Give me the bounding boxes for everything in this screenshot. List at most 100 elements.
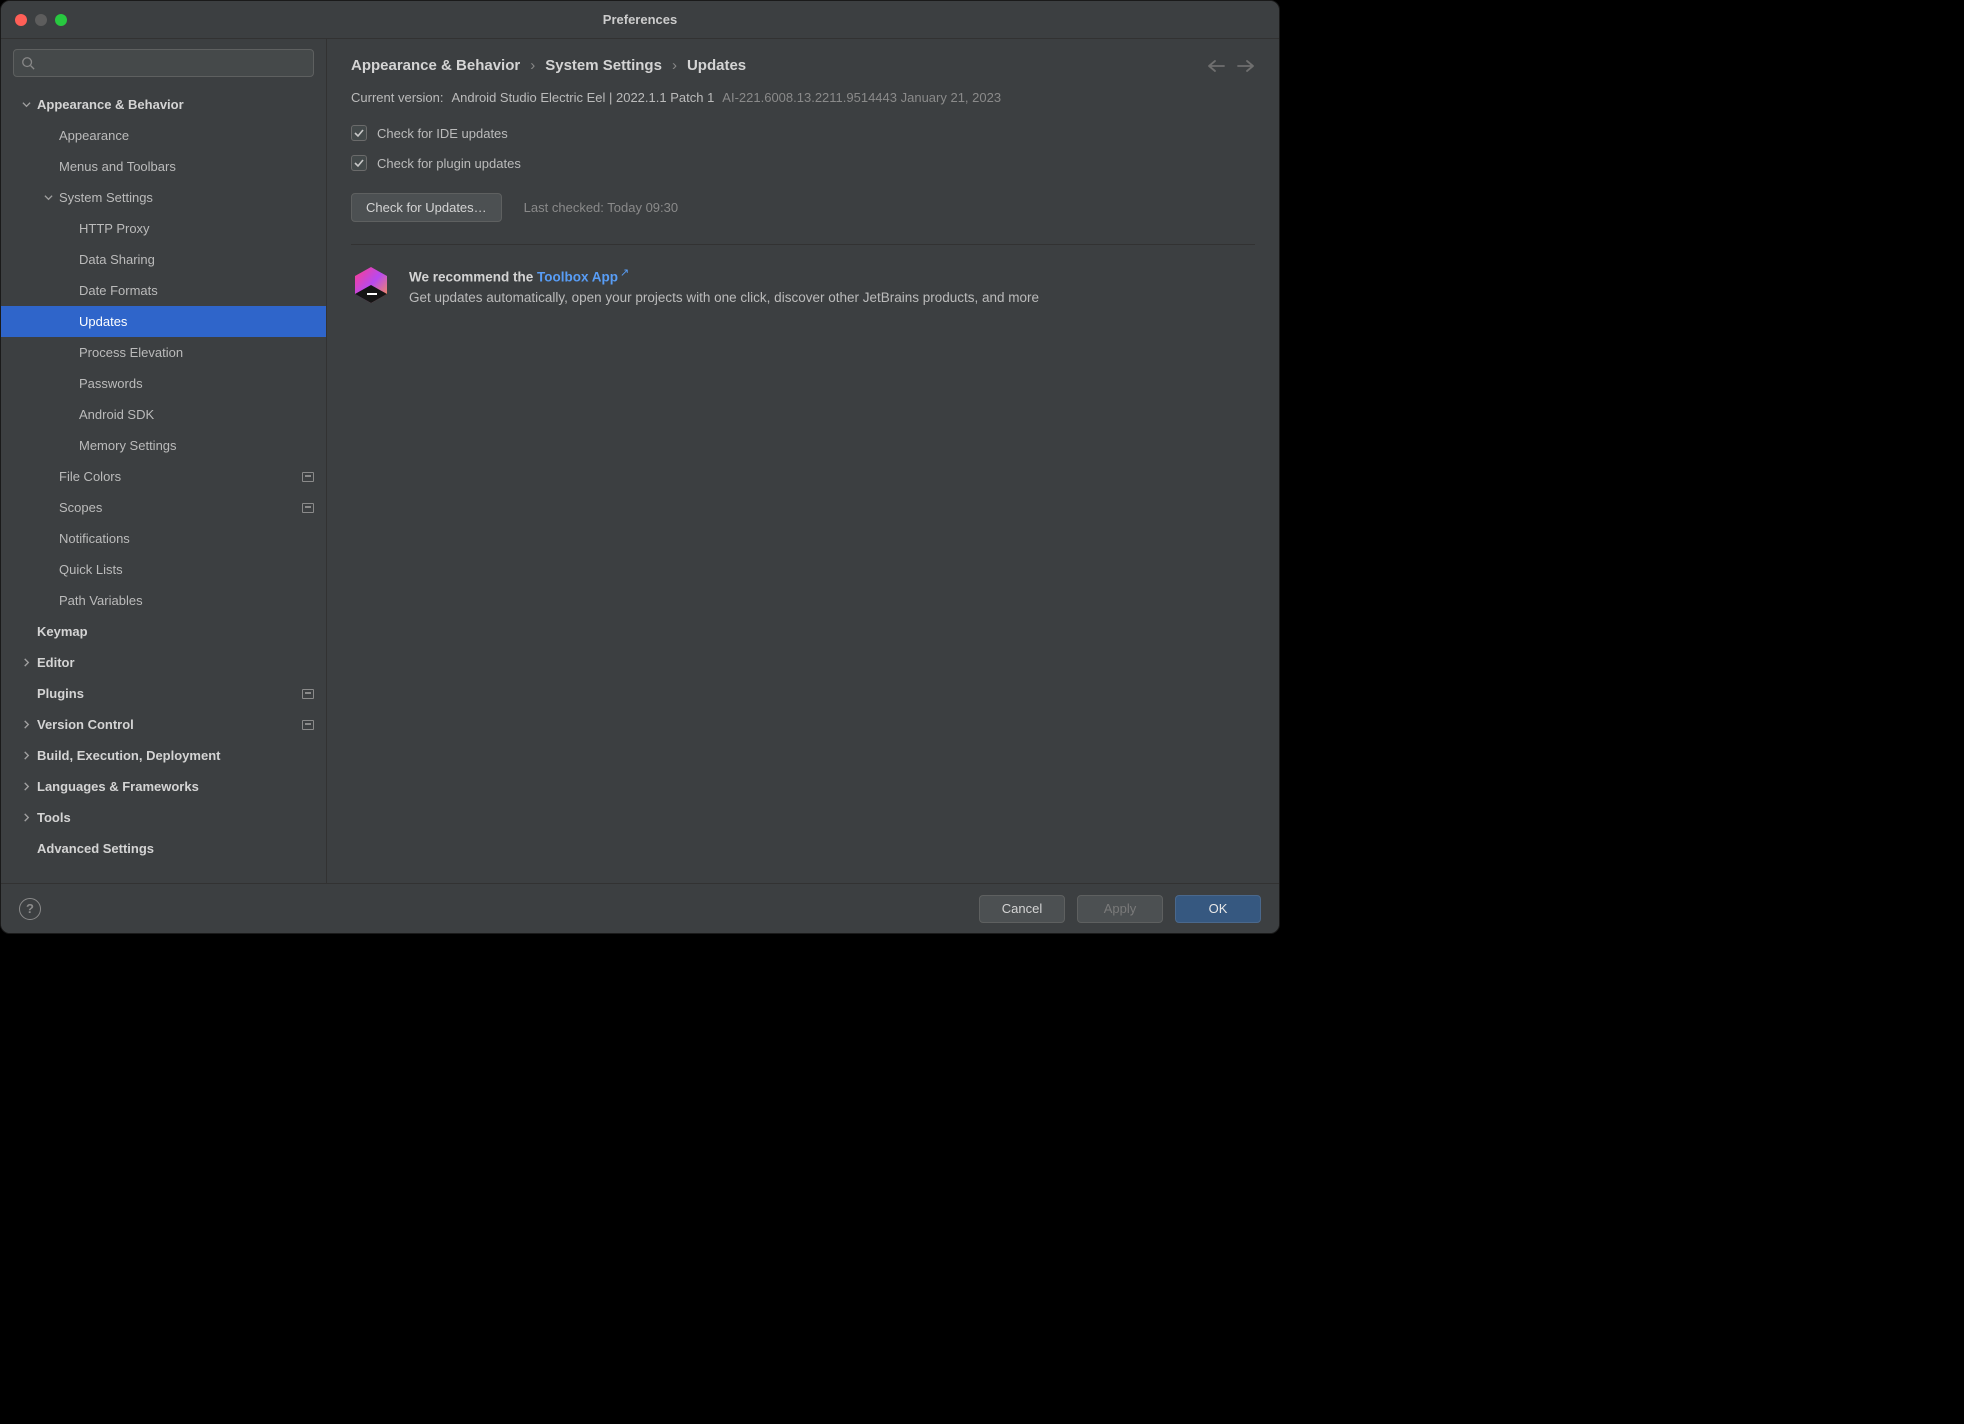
check-ide-updates-row[interactable]: Check for IDE updates [351,125,1255,141]
search-input[interactable] [13,49,314,77]
sidebar-item[interactable]: Path Variables [1,585,326,616]
sidebar-item[interactable]: Process Elevation [1,337,326,368]
sidebar-item-label: Languages & Frameworks [37,779,314,794]
window-title: Preferences [603,12,677,27]
checkbox-icon[interactable] [351,155,367,171]
apply-button[interactable]: Apply [1077,895,1163,923]
sidebar-item-label: Build, Execution, Deployment [37,748,314,763]
sidebar-item[interactable]: Quick Lists [1,554,326,585]
sidebar-item[interactable]: Scopes [1,492,326,523]
sidebar-item-label: Keymap [37,624,314,639]
sidebar-item[interactable]: Date Formats [1,275,326,306]
current-version-line: Current version: Android Studio Electric… [327,74,1279,105]
sidebar-item-label: Plugins [37,686,296,701]
external-link-icon: ↗ [620,267,629,279]
sidebar-item-label: File Colors [59,469,296,484]
chevron-right-icon [19,782,33,791]
sidebar-item-label: Appearance [59,128,314,143]
sidebar-item-label: Version Control [37,717,296,732]
sidebar-item-label: Passwords [79,376,314,391]
sidebar-item[interactable]: File Colors [1,461,326,492]
chevron-right-icon [19,813,33,822]
sidebar-item[interactable]: Plugins [1,678,326,709]
sidebar-item-label: System Settings [59,190,314,205]
nav-history [1207,59,1255,73]
sidebar-item-label: Appearance & Behavior [37,97,314,112]
sidebar-item[interactable]: Appearance [1,120,326,151]
sidebar-item-label: Process Elevation [79,345,314,360]
sidebar-item[interactable]: Tools [1,802,326,833]
chevron-down-icon [19,100,33,109]
sidebar-item-label: Notifications [59,531,314,546]
sidebar-item-label: HTTP Proxy [79,221,314,236]
check-for-updates-button[interactable]: Check for Updates… [351,193,502,222]
sidebar-item[interactable]: Version Control [1,709,326,740]
close-window-button[interactable] [15,14,27,26]
breadcrumb-mid[interactable]: System Settings [545,57,662,74]
breadcrumb-leaf: Updates [687,57,746,74]
settings-tree[interactable]: Appearance & Behavior Appearance Menus and… [1,83,326,883]
chevron-right-icon: › [672,57,677,74]
sidebar-item-label: Android SDK [79,407,314,422]
chevron-right-icon: › [530,57,535,74]
cancel-button[interactable]: Cancel [979,895,1065,923]
nav-forward-button[interactable] [1237,59,1255,73]
version-build: AI-221.6008.13.2211.9514443 January 21, … [722,90,1001,105]
toolbox-recommendation: We recommend the Toolbox App↗ Get update… [327,245,1279,329]
version-value: Android Studio Electric Eel | 2022.1.1 P… [451,90,714,105]
nav-back-button[interactable] [1207,59,1225,73]
sidebar: Appearance & Behavior Appearance Menus and… [1,39,327,883]
sidebar-item-label: Path Variables [59,593,314,608]
sidebar-item-label: Advanced Settings [37,841,314,856]
toolbox-app-icon [351,265,391,305]
help-button[interactable]: ? [19,898,41,920]
project-level-badge-icon [302,689,314,699]
reco-body: Get updates automatically, open your pro… [409,288,1039,309]
check-plugin-updates-label: Check for plugin updates [377,156,521,171]
sidebar-item[interactable]: Menus and Toolbars [1,151,326,182]
sidebar-item-label: Updates [79,314,314,329]
sidebar-item[interactable]: Data Sharing [1,244,326,275]
sidebar-item[interactable]: Keymap [1,616,326,647]
breadcrumb-root[interactable]: Appearance & Behavior [351,57,520,74]
sidebar-item[interactable]: Editor [1,647,326,678]
sidebar-item[interactable]: Memory Settings [1,430,326,461]
sidebar-item[interactable]: Build, Execution, Deployment [1,740,326,771]
sidebar-item[interactable]: Advanced Settings [1,833,326,864]
sidebar-item-label: Memory Settings [79,438,314,453]
check-ide-updates-label: Check for IDE updates [377,126,508,141]
project-level-badge-icon [302,720,314,730]
titlebar: Preferences [1,1,1279,39]
minimize-window-button[interactable] [35,14,47,26]
main-panel: Appearance & Behavior › System Settings … [327,39,1279,883]
preferences-window: Preferences Appearance & BehaviorAppeara… [0,0,1280,934]
sidebar-item[interactable]: Appearance & Behavior [1,89,326,120]
ok-button[interactable]: OK [1175,895,1261,923]
toolbox-app-link[interactable]: Toolbox App [537,270,618,285]
sidebar-item[interactable]: Notifications [1,523,326,554]
breadcrumb: Appearance & Behavior › System Settings … [351,57,746,74]
sidebar-item-label: Scopes [59,500,296,515]
last-checked-label: Last checked: Today 09:30 [524,200,678,215]
checkbox-icon[interactable] [351,125,367,141]
sidebar-item[interactable]: System Settings [1,182,326,213]
project-level-badge-icon [302,472,314,482]
chevron-right-icon [19,658,33,667]
sidebar-item-label: Quick Lists [59,562,314,577]
check-plugin-updates-row[interactable]: Check for plugin updates [351,155,1255,171]
reco-lead: We recommend the [409,270,537,285]
sidebar-item[interactable]: Android SDK [1,399,326,430]
zoom-window-button[interactable] [55,14,67,26]
sidebar-item[interactable]: HTTP Proxy [1,213,326,244]
sidebar-item-label: Data Sharing [79,252,314,267]
sidebar-item[interactable]: Languages & Frameworks [1,771,326,802]
chevron-right-icon [19,720,33,729]
sidebar-item[interactable]: Updates [1,306,326,337]
chevron-down-icon [41,193,55,202]
chevron-right-icon [19,751,33,760]
sidebar-item[interactable]: Passwords [1,368,326,399]
sidebar-item-label: Editor [37,655,314,670]
sidebar-item-label: Tools [37,810,314,825]
version-label: Current version: [351,90,443,105]
window-controls [1,14,67,26]
